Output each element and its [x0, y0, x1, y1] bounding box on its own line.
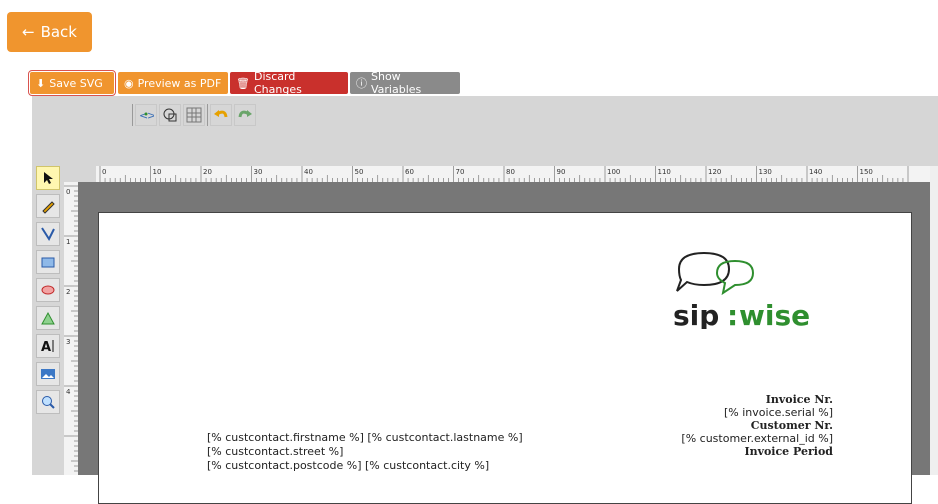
svg-text:A: A [41, 340, 51, 354]
preview-pdf-label: Preview as PDF [137, 76, 222, 90]
redo-icon[interactable] [234, 104, 256, 126]
trash-icon: 🗑 [236, 76, 250, 90]
address-line: [% custcontact.street %] [207, 445, 344, 458]
source-code-icon[interactable]: < > [135, 104, 157, 126]
toolbar-separator [132, 104, 133, 126]
preview-pdf-button[interactable]: ◉ Preview as PDF [118, 72, 228, 94]
ruler-label: 80 [506, 168, 515, 176]
eye-icon: ◉ [124, 76, 134, 90]
save-svg-button[interactable]: ⬇ Save SVG [28, 70, 116, 96]
ruler-label: 140 [809, 168, 822, 176]
download-icon: ⬇ [36, 76, 46, 90]
show-variables-button[interactable]: ⓘ Show Variables [350, 70, 460, 96]
save-svg-label: Save SVG [49, 76, 103, 90]
customer-address: [% custcontact.firstname %] [% custconta… [207, 431, 523, 473]
ellipse-tool-icon[interactable] [36, 278, 60, 302]
document-actions: ⬇ Save SVG ◉ Preview as PDF 🗑 Discard Ch… [28, 70, 460, 96]
invoice-page: sip : wise Invoice Nr. [% invoice.serial… [98, 212, 912, 504]
ruler-label: 90 [557, 168, 566, 176]
invoice-serial: [% invoice.serial %] [724, 406, 833, 419]
ruler-label: 10 [153, 168, 162, 176]
svg-text:wise: wise [739, 299, 810, 329]
customer-external-id: [% customer.external_id %] [681, 432, 833, 445]
select-tool-icon[interactable] [36, 166, 60, 190]
discard-changes-button[interactable]: 🗑 Discard Changes [230, 70, 348, 96]
ruler-label: 2 [66, 288, 70, 296]
ruler-label: 130 [759, 168, 772, 176]
editor-toolbar: < > [32, 96, 938, 165]
zoom-tool-icon[interactable] [36, 390, 60, 414]
image-tool-icon[interactable] [36, 362, 60, 386]
svg-text:sip: sip [673, 299, 719, 329]
invoice-nr-label: Invoice Nr. [765, 393, 833, 406]
polygon-tool-icon[interactable] [36, 306, 60, 330]
ruler-label: 100 [607, 168, 620, 176]
address-line: [% custcontact.firstname %] [% custconta… [207, 431, 523, 444]
ruler-label: 150 [860, 168, 873, 176]
rectangle-tool-icon[interactable] [36, 250, 60, 274]
customer-nr-label: Customer Nr. [750, 419, 833, 432]
show-variables-label: Show Variables [371, 70, 422, 96]
ruler-ticks: 0 1 2 3 4 [64, 185, 78, 472]
grid-icon[interactable] [183, 104, 205, 126]
ruler-ticks: 0 10 20 30 40 50 60 70 80 90 100 110 120 130 140 150 [99, 166, 909, 182]
ruler-label: 20 [203, 168, 212, 176]
toolbar-separator [207, 104, 208, 126]
ruler-label: 30 [254, 168, 263, 176]
canvas-area[interactable]: sip : wise Invoice Nr. [% invoice.serial… [78, 182, 930, 504]
ruler-label: 70 [456, 168, 465, 176]
tool-palette: A [36, 166, 60, 418]
ruler-label: 4 [66, 388, 71, 396]
shapes-icon[interactable] [159, 104, 181, 126]
invoice-info: Invoice Nr. [% invoice.serial %] Custome… [653, 393, 833, 458]
svg-editor: < > A 0 10 20 30 40 50 60 70 80 90 100 1… [32, 96, 938, 504]
horizontal-ruler: 0 10 20 30 40 50 60 70 80 90 100 110 120 130 140 150 [96, 166, 930, 183]
ruler-label: 60 [405, 168, 414, 176]
ruler-label: 40 [304, 168, 313, 176]
pencil-tool-icon[interactable] [36, 194, 60, 218]
svg-text::: : [727, 299, 738, 329]
svg-text:>: > [147, 109, 154, 122]
pen-tool-icon[interactable] [36, 222, 60, 246]
ruler-label: 0 [66, 188, 70, 196]
arrow-left-icon: ← [22, 23, 35, 41]
discard-label: Discard Changes [253, 70, 302, 96]
ruler-label: 1 [66, 238, 70, 246]
back-button-label: Back [40, 23, 77, 41]
ruler-label: 50 [355, 168, 364, 176]
undo-icon[interactable] [210, 104, 232, 126]
ruler-label: 0 [102, 168, 106, 176]
ruler-label: 3 [66, 338, 70, 346]
info-icon: ⓘ [356, 77, 367, 90]
invoice-period-label: Invoice Period [744, 445, 833, 458]
text-tool-icon[interactable]: A [36, 334, 60, 358]
back-button[interactable]: ← Back [7, 12, 92, 52]
ruler-label: 120 [708, 168, 721, 176]
vertical-scrollbar[interactable] [930, 166, 938, 475]
sipwise-logo: sip : wise [673, 251, 810, 329]
address-line: [% custcontact.postcode %] [% custcontac… [207, 459, 490, 472]
ruler-label: 110 [658, 168, 671, 176]
vertical-ruler: 0 1 2 3 4 [64, 182, 79, 475]
